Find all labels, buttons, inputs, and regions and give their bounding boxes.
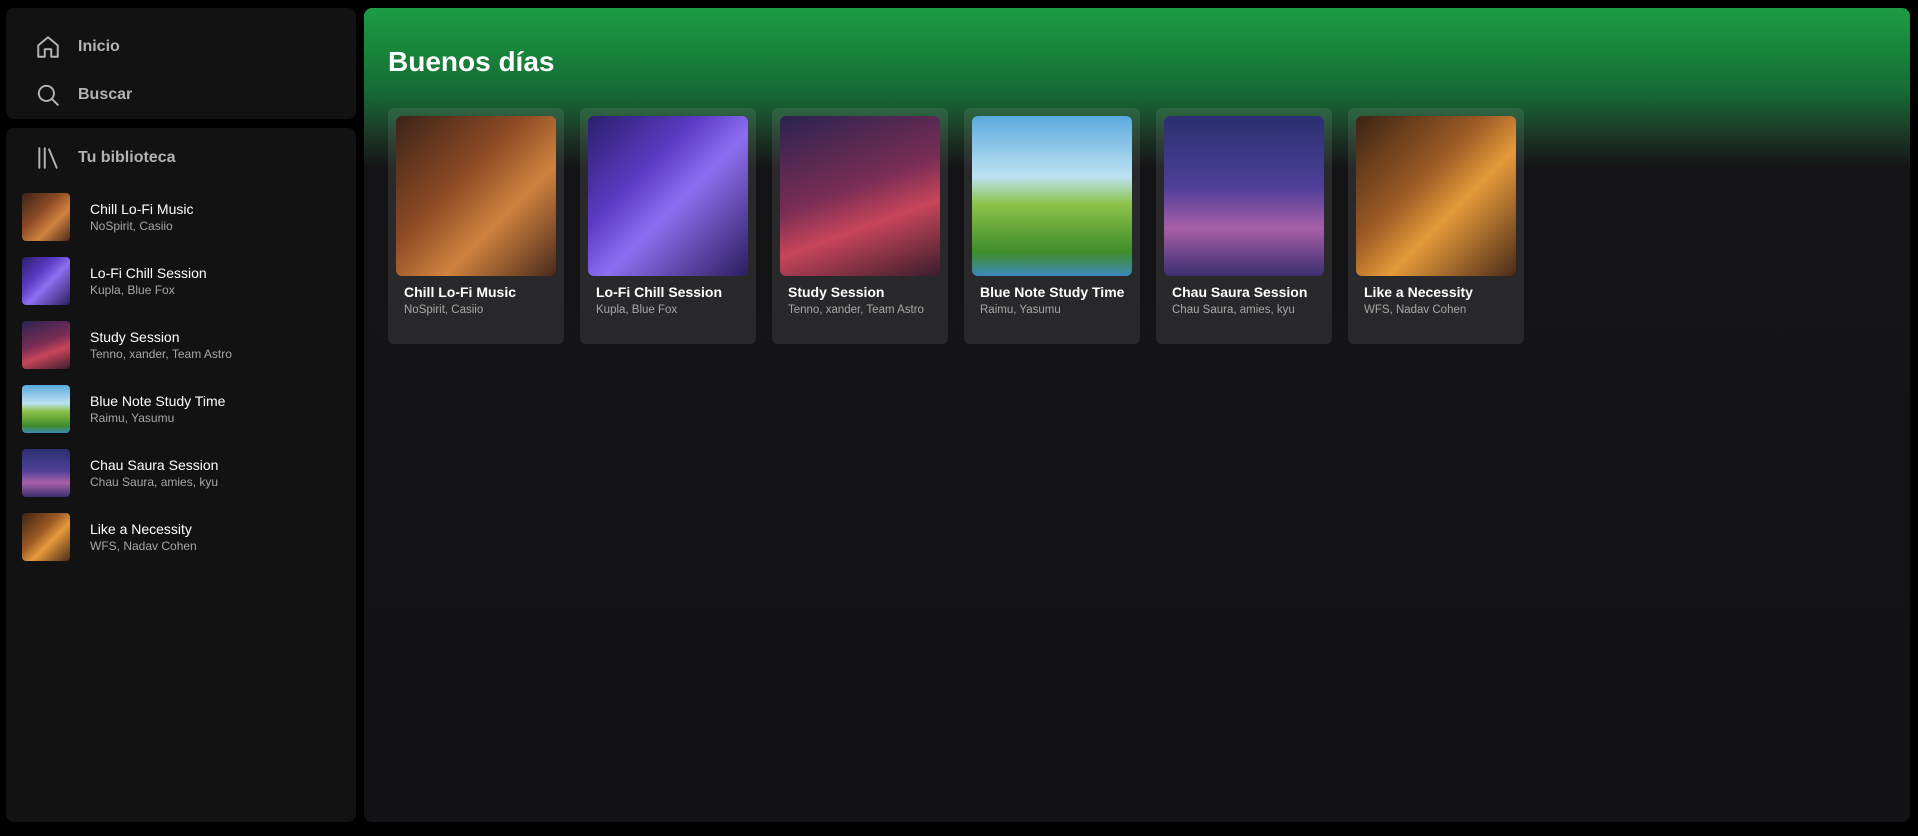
library-item-title: Blue Note Study Time — [90, 392, 226, 409]
library-item-title: Like a Necessity — [90, 520, 192, 537]
nav-home[interactable]: Inicio — [33, 29, 333, 65]
library-item-subtitle: Chau Saura, amies, kyu — [90, 474, 219, 489]
card-subtitle: Chau Saura, amies, kyu — [1172, 304, 1295, 316]
library-item-subtitle: Raimu, Yasumu — [90, 410, 175, 425]
playlist-card[interactable]: Like a Necessity WFS, Nadav Cohen — [1348, 108, 1524, 344]
search-icon — [33, 80, 63, 110]
library-item[interactable]: Chau Saura Session Chau Saura, amies, ky… — [22, 446, 344, 500]
card-subtitle: Raimu, Yasumu — [980, 304, 1061, 316]
nav-home-label: Inicio — [78, 38, 120, 55]
playlist-cover — [972, 116, 1132, 276]
library-item-subtitle: WFS, Nadav Cohen — [90, 538, 197, 553]
playlist-cover — [22, 385, 70, 433]
page-title: Buenos días — [388, 46, 555, 77]
library-item-subtitle: Kupla, Blue Fox — [90, 282, 175, 297]
library-header[interactable]: Tu biblioteca — [33, 142, 333, 174]
playlist-cover — [780, 116, 940, 276]
nav-search[interactable]: Buscar — [33, 77, 333, 113]
playlist-cover — [22, 449, 70, 497]
playlist-card[interactable]: Chau Saura Session Chau Saura, amies, ky… — [1156, 108, 1332, 344]
library-item-title: Chill Lo-Fi Music — [90, 200, 194, 217]
playlist-cover — [588, 116, 748, 276]
playlist-cover — [22, 513, 70, 561]
playlist-cover — [396, 116, 556, 276]
library-item[interactable]: Chill Lo-Fi Music NoSpirit, Casiio — [22, 190, 344, 244]
playlist-card[interactable]: Study Session Tenno, xander, Team Astro — [772, 108, 948, 344]
library-item[interactable]: Study Session Tenno, xander, Team Astro — [22, 318, 344, 372]
sidebar-nav: Inicio Buscar — [6, 8, 356, 119]
library-icon — [33, 143, 63, 173]
card-title: Chau Saura Session — [1172, 284, 1308, 300]
library-item-subtitle: NoSpirit, Casiio — [90, 218, 173, 233]
card-title: Blue Note Study Time — [980, 284, 1125, 300]
library-item[interactable]: Blue Note Study Time Raimu, Yasumu — [22, 382, 344, 436]
nav-search-label: Buscar — [78, 86, 133, 103]
playlist-card[interactable]: Blue Note Study Time Raimu, Yasumu — [964, 108, 1140, 344]
main-content: Buenos días Chill Lo-Fi Music NoSpirit, … — [364, 8, 1910, 822]
playlist-card[interactable]: Chill Lo-Fi Music NoSpirit, Casiio — [388, 108, 564, 344]
card-subtitle: WFS, Nadav Cohen — [1364, 304, 1467, 316]
library-item-title: Chau Saura Session — [90, 456, 219, 473]
playlist-cover — [22, 321, 70, 369]
playlist-cover — [1356, 116, 1516, 276]
app-root: Inicio Buscar Tu biblioteca Chill Lo-Fi … — [0, 0, 1918, 836]
card-subtitle: Tenno, xander, Team Astro — [788, 304, 924, 316]
card-subtitle: NoSpirit, Casiio — [404, 304, 484, 316]
playlist-cover — [22, 193, 70, 241]
library-item-subtitle: Tenno, xander, Team Astro — [90, 346, 232, 361]
library-panel: Tu biblioteca Chill Lo-Fi Music NoSpirit… — [6, 128, 356, 822]
home-icon — [33, 32, 63, 62]
library-item[interactable]: Lo-Fi Chill Session Kupla, Blue Fox — [22, 254, 344, 308]
library-item-title: Lo-Fi Chill Session — [90, 264, 207, 281]
card-title: Like a Necessity — [1364, 284, 1473, 300]
card-title: Chill Lo-Fi Music — [404, 284, 516, 300]
playlist-cover — [1164, 116, 1324, 276]
library-item[interactable]: Like a Necessity WFS, Nadav Cohen — [22, 510, 344, 564]
library-item-title: Study Session — [90, 328, 180, 345]
card-subtitle: Kupla, Blue Fox — [596, 304, 678, 316]
library-title: Tu biblioteca — [78, 149, 176, 166]
playlist-cover — [22, 257, 70, 305]
card-title: Study Session — [788, 284, 885, 300]
playlist-card[interactable]: Lo-Fi Chill Session Kupla, Blue Fox — [580, 108, 756, 344]
card-title: Lo-Fi Chill Session — [596, 284, 723, 300]
